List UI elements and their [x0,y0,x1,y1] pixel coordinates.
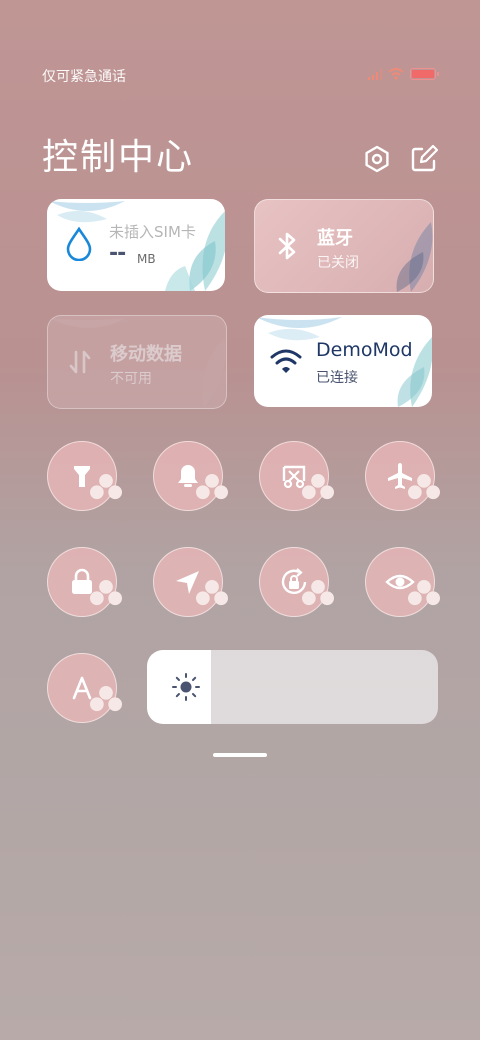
leaf-decoration-icon [396,222,433,292]
settings-icon[interactable] [362,144,392,174]
sim-status-label: 未插入SIM卡 [109,223,196,241]
brightness-slider[interactable] [147,650,438,724]
wifi-icon [270,349,302,373]
wifi-network-name: DemoMod [316,339,413,361]
data-usage-value: -- [109,241,126,266]
page-title: 控制中心 [42,137,195,178]
wifi-status-icon [388,68,404,80]
edit-icon[interactable] [409,144,439,174]
rotation-lock-toggle[interactable] [259,547,334,617]
flower-decoration-icon [196,580,228,606]
flower-decoration-icon [408,580,440,606]
battery-icon [410,68,439,80]
water-drop-icon [66,226,92,261]
flower-decoration-icon [90,474,122,500]
bluetooth-icon [278,232,296,260]
wifi-tile[interactable]: DemoMod 已连接 [254,315,432,407]
status-text: 仅可紧急通话 [42,69,126,85]
wifi-status: 已连接 [316,370,358,386]
auto-brightness-toggle[interactable] [47,653,122,723]
status-icons [368,68,439,80]
flashlight-toggle[interactable] [47,441,122,511]
flower-decoration-icon [90,580,122,606]
lock-screen-toggle[interactable] [47,547,122,617]
reading-mode-toggle[interactable] [365,547,440,617]
mobile-data-tile[interactable]: 移动数据 不可用 [47,315,227,409]
flower-decoration-icon [90,686,122,712]
flower-decoration-icon [196,474,228,500]
signal-icon [368,68,382,80]
leaf-decoration-icon [202,338,226,408]
mobile-data-status: 不可用 [110,371,152,387]
data-usage-unit: MB [137,252,156,266]
data-usage-tile[interactable]: 未插入SIM卡 -- MB [47,199,225,291]
ring-toggle[interactable] [153,441,228,511]
bluetooth-tile[interactable]: 蓝牙 已关闭 [254,199,434,293]
mobile-data-icon [69,350,91,374]
sun-icon [172,673,200,701]
flower-decoration-icon [408,474,440,500]
location-toggle[interactable] [153,547,228,617]
screenshot-toggle[interactable] [259,441,334,511]
bluetooth-label: 蓝牙 [317,228,353,249]
bluetooth-status: 已关闭 [317,255,359,271]
drag-handle[interactable] [213,753,267,757]
flower-decoration-icon [302,474,334,500]
mobile-data-label: 移动数据 [110,344,182,365]
flower-decoration-icon [302,580,334,606]
airplane-mode-toggle[interactable] [365,441,440,511]
